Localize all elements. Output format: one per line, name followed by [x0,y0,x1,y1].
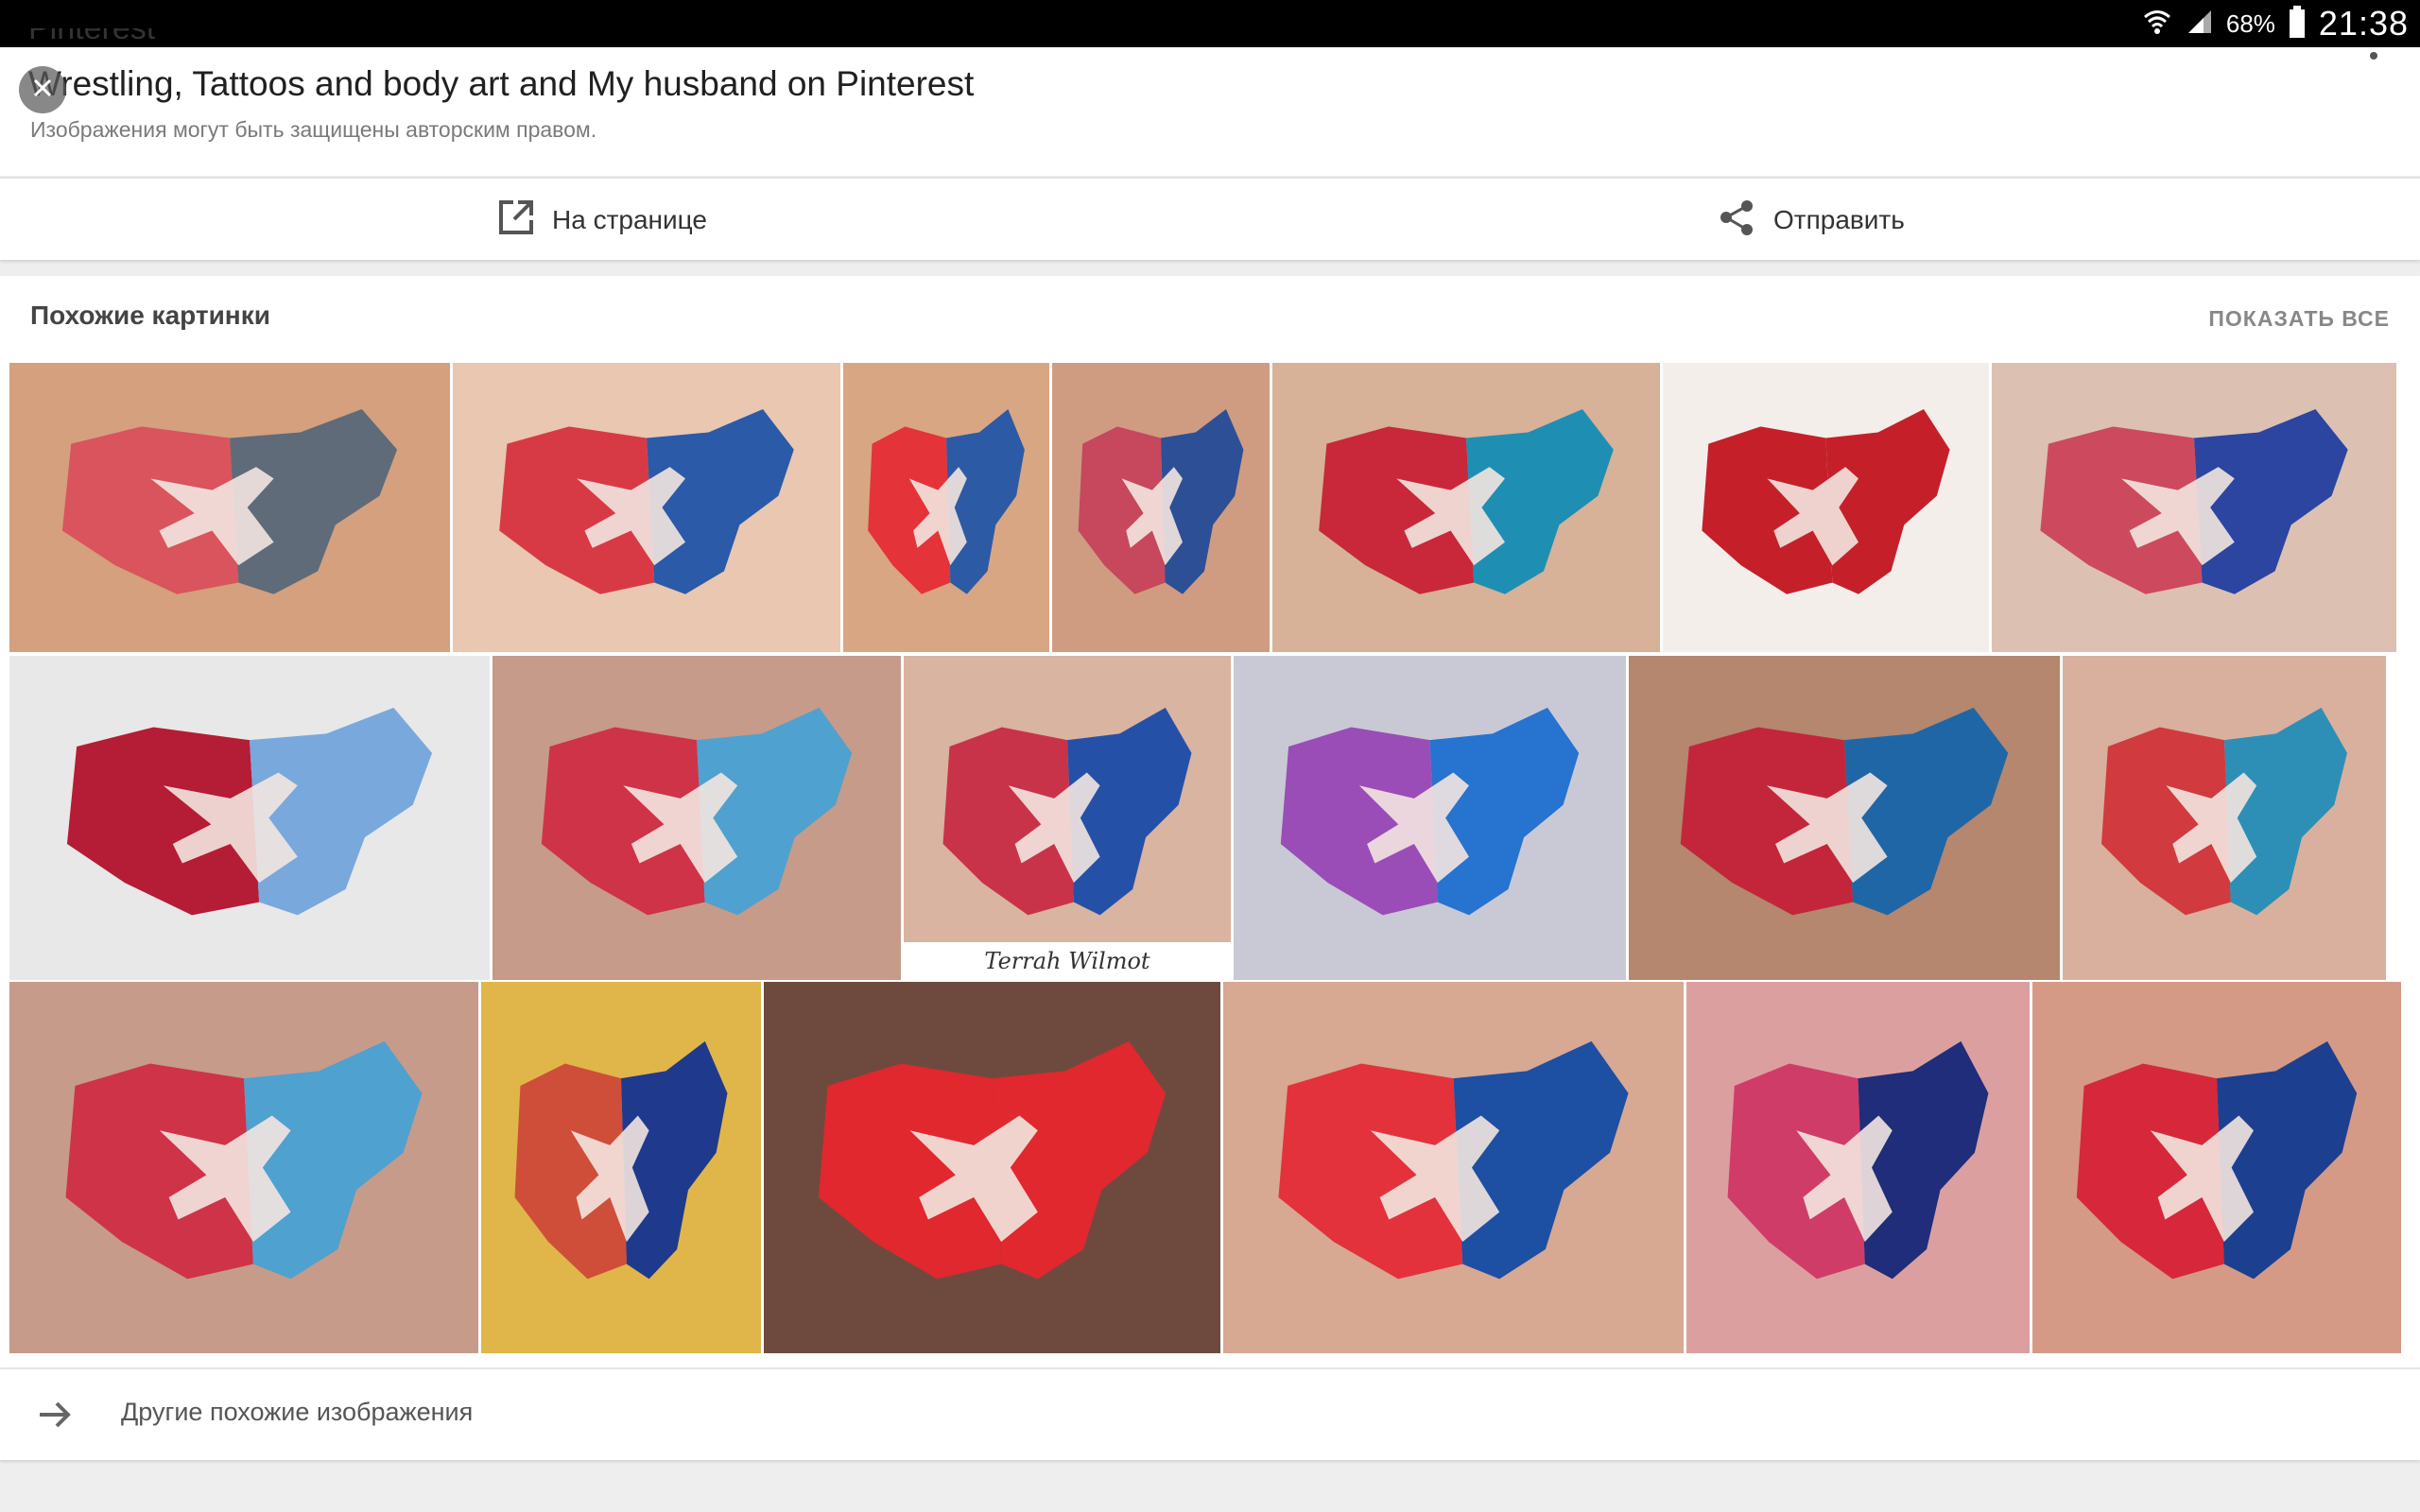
similar-image-colorado-wrestler-tattoo[interactable] [2063,656,2386,980]
similar-image-usa-map-wrestler-tattoo[interactable] [2032,982,2401,1353]
similar-image-ohio-wrestler-tattoo[interactable] [1272,363,1660,652]
share-button[interactable]: Отправить [1719,179,1905,262]
more-similar-images-label: Другие похожие изображения [121,1398,474,1426]
visit-page-button[interactable]: На странице [497,179,707,262]
page-title[interactable]: Wrestling, Tattoos and body art and My h… [28,64,974,104]
open-in-new-icon [497,198,535,243]
action-bar: На странице Отправить [0,177,2420,260]
battery-percent: 68% [2225,9,2275,38]
status-bar: 68% 21:38 [0,0,2420,47]
cell-signal-icon [2187,9,2213,40]
similar-image-red-wrestler-tattoo[interactable] [764,982,1220,1353]
similar-image-bear-wrestler-tattoo[interactable] [1052,363,1270,652]
similar-image-usa-map-wrestler-tattoo[interactable] [9,363,450,652]
similar-image-tribal-back-tattoo[interactable] [481,982,761,1353]
wifi-icon [2141,6,2173,43]
similar-images-title: Похожие картинки [30,301,270,330]
similar-image-maine-wrestler-tattoo[interactable] [843,363,1049,652]
similar-image-usa-map-wrestler-tattoo[interactable] [453,363,840,652]
show-all-button[interactable]: ПОКАЗАТЬ ВСЕ [2208,306,2390,332]
arrow-right-icon [36,1396,74,1438]
similar-image-superman-shield-tattoo[interactable] [1629,656,2060,980]
source-site-label: Pinterest [28,28,155,45]
visit-page-label: На странице [552,205,707,234]
similar-image-usa-wrestling-tattoo[interactable]: Terrah Wilmot [904,656,1231,980]
more-similar-images-link[interactable]: Другие похожие изображения [0,1367,2420,1458]
share-label: Отправить [1773,205,1905,234]
similar-image-usa-map-wrestler-tattoo[interactable] [1223,982,1684,1353]
status-icons: 68% 21:38 [2141,0,2409,47]
similar-image-usa-map-wrestler-tattoo[interactable] [493,656,901,980]
copyright-notice: Изображения могут быть защищены авторски… [30,117,597,142]
clock: 21:38 [2318,4,2409,43]
similar-image-usa-map-wrestler-cake[interactable] [9,656,490,980]
close-icon [32,77,53,103]
similar-image-usa-map-wrestler-tattoo[interactable] [1234,656,1626,980]
similar-image-canada-flag-tattoo[interactable] [1663,363,1989,652]
close-button[interactable] [19,66,66,113]
similar-image-usa-map-wrestler-tattoo[interactable] [9,982,478,1353]
similar-image-usa-map-wrestler-tattoo[interactable] [1686,982,2030,1353]
similar-image-veni-vidi-vici-tattoo[interactable] [1992,363,2396,652]
image-caption: Terrah Wilmot [904,942,1231,980]
more-options-icon[interactable] [2370,52,2377,60]
battery-icon [2289,5,2306,43]
similar-images-card: Похожие картинки ПОКАЗАТЬ ВСЕ Terrah Wil… [0,276,2420,1460]
share-icon [1719,198,1756,243]
image-info-header: Pinterest Wrestling, Tattoos and body ar… [0,28,2420,176]
